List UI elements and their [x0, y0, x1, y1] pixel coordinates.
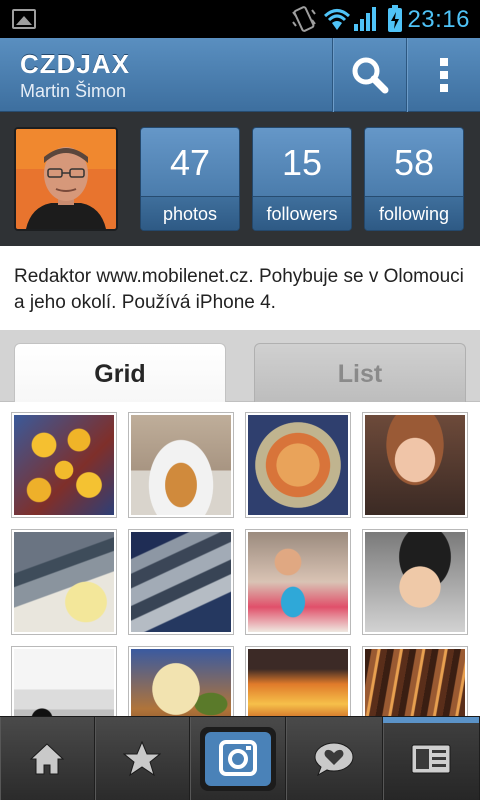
- photo-thumbnail[interactable]: [128, 529, 234, 635]
- username: CZDJAX: [20, 49, 131, 79]
- followers-label: followers: [253, 196, 351, 230]
- profile-bio: Redaktor www.mobilenet.cz. Pohybuje se v…: [0, 246, 480, 330]
- avatar[interactable]: [14, 127, 118, 231]
- photo-thumbnail[interactable]: [11, 412, 117, 518]
- following-count: 58: [393, 142, 435, 183]
- photo-thumbnail[interactable]: [11, 646, 117, 716]
- photo-thumbnail[interactable]: [362, 529, 468, 635]
- photo-thumbnail[interactable]: [128, 412, 234, 518]
- camera-icon: [199, 727, 276, 791]
- photo-grid: [0, 402, 480, 716]
- search-button[interactable]: [332, 38, 406, 112]
- stat-followers[interactable]: 15 followers: [252, 127, 352, 231]
- gallery-notification-icon: [12, 9, 36, 29]
- profile-header: CZDJAX Martin Šimon: [0, 38, 480, 112]
- nav-profile[interactable]: [383, 717, 480, 800]
- stat-following[interactable]: 58 following: [364, 127, 464, 231]
- vibrate-icon: [292, 6, 316, 32]
- bottom-navigation: [0, 716, 480, 800]
- full-name: Martin Šimon: [20, 81, 127, 101]
- status-icons: [292, 5, 402, 32]
- status-bar: 23:16: [0, 0, 480, 38]
- profile-icon: [411, 744, 451, 774]
- followers-count: 15: [281, 142, 323, 183]
- wifi-icon: [323, 9, 351, 30]
- following-label: following: [365, 196, 463, 230]
- nav-popular[interactable]: [95, 717, 190, 800]
- photo-thumbnail[interactable]: [245, 646, 351, 716]
- status-time: 23:16: [407, 6, 470, 33]
- star-icon: [123, 741, 161, 777]
- view-tabs: Grid List: [0, 330, 480, 402]
- search-icon: [352, 57, 388, 94]
- battery-icon: [388, 5, 402, 32]
- photos-label: photos: [141, 196, 239, 230]
- photo-thumbnail[interactable]: [245, 412, 351, 518]
- overflow-menu-button[interactable]: [406, 38, 480, 112]
- nav-home[interactable]: [0, 717, 95, 800]
- photo-thumbnail[interactable]: [245, 529, 351, 635]
- overflow-menu-icon: [439, 58, 448, 92]
- home-icon: [29, 743, 65, 775]
- photo-thumbnail[interactable]: [362, 646, 468, 716]
- tab-list[interactable]: List: [254, 343, 466, 402]
- photo-thumbnail[interactable]: [362, 412, 468, 518]
- nav-news[interactable]: [286, 717, 383, 800]
- nav-camera[interactable]: [190, 717, 286, 800]
- stat-photos[interactable]: 47 photos: [140, 127, 240, 231]
- heart-speech-icon: [314, 742, 354, 777]
- tab-grid[interactable]: Grid: [14, 343, 226, 402]
- signal-icon: [354, 7, 376, 31]
- photos-count: 47: [169, 142, 211, 183]
- photo-thumbnail[interactable]: [11, 529, 117, 635]
- avatar-image: [16, 129, 116, 229]
- photo-thumbnail[interactable]: [128, 646, 234, 716]
- profile-stats: 47 photos 15 followers 58 following: [0, 112, 480, 246]
